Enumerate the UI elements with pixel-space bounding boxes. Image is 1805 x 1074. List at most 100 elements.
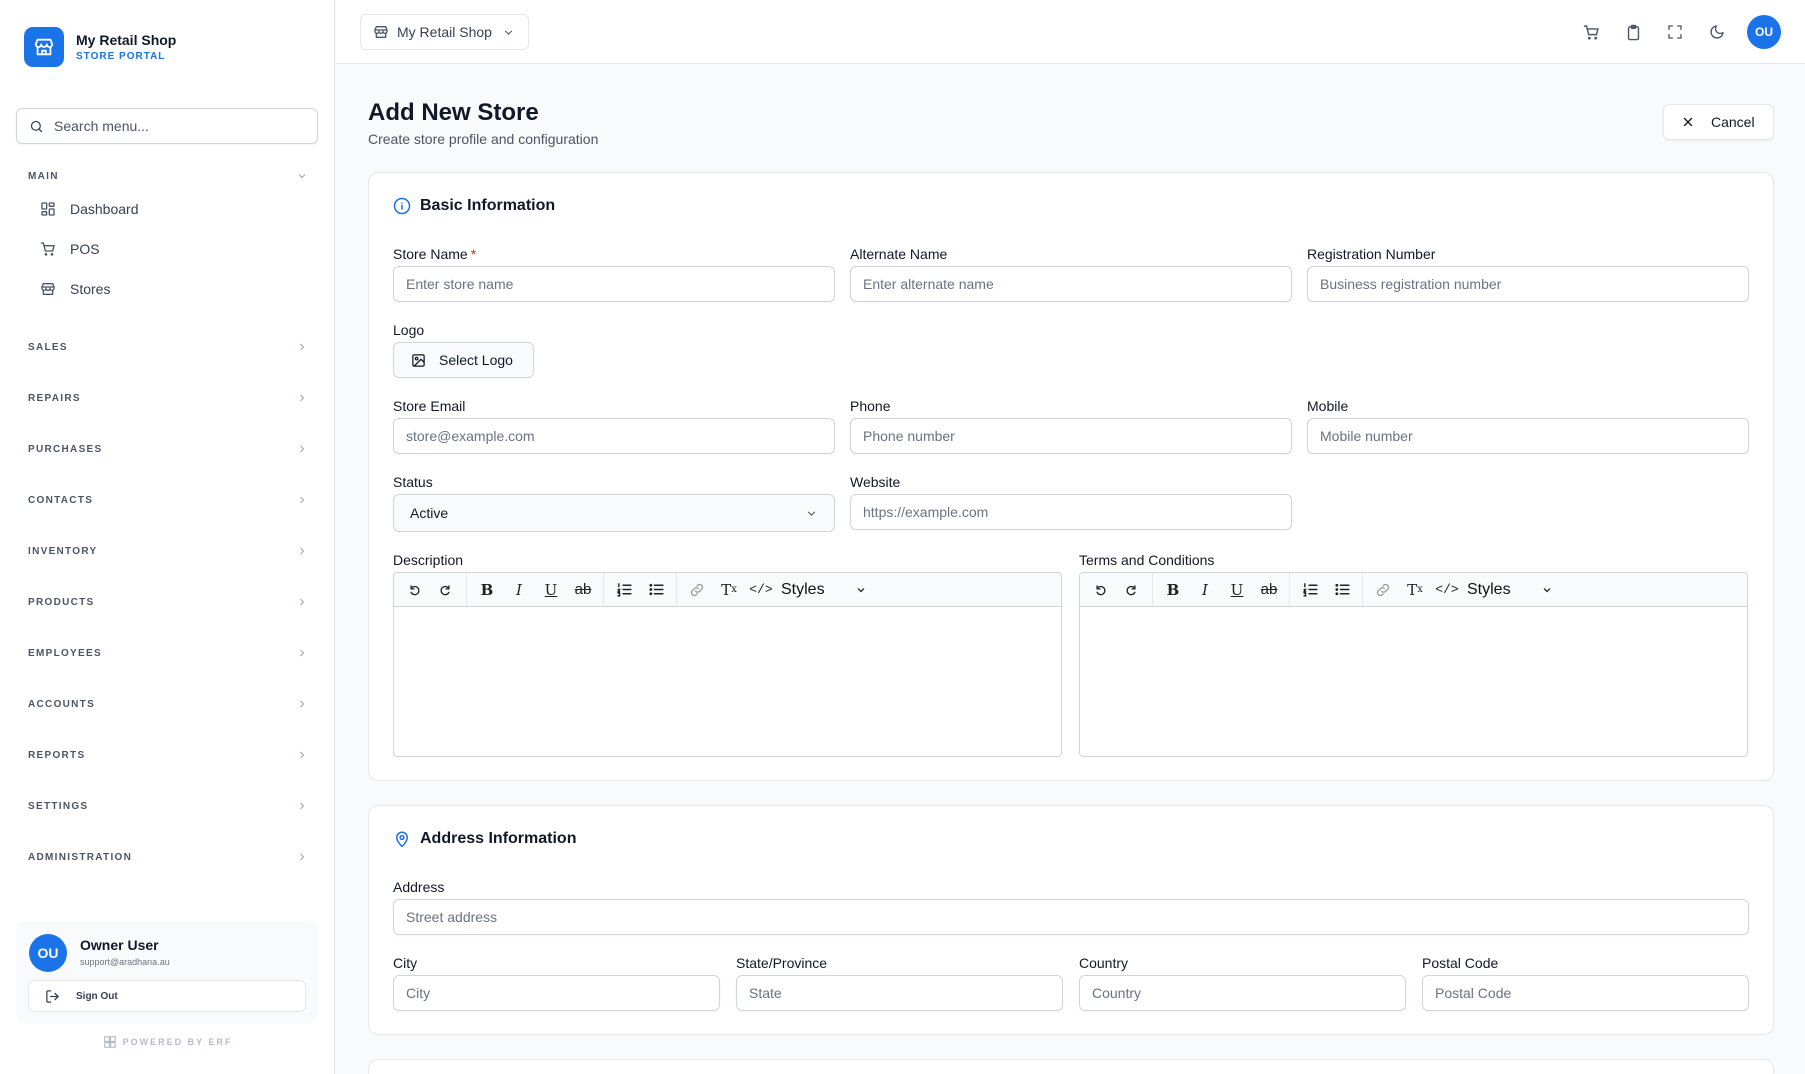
redo-icon	[1125, 583, 1139, 597]
erf-logo-icon	[103, 1036, 116, 1048]
list-group	[1290, 573, 1363, 606]
store-email-input[interactable]	[393, 418, 835, 454]
clear-format-button[interactable]: Tx	[713, 576, 745, 604]
link-button[interactable]	[681, 576, 713, 604]
logo-label: Logo	[393, 322, 425, 338]
nav-section-accounts[interactable]: ACCOUNTS	[28, 698, 308, 710]
cancel-button[interactable]: Cancel	[1663, 104, 1774, 140]
status-select[interactable]: Active	[393, 494, 835, 532]
status-value: Active	[410, 505, 449, 521]
sidebar-item-stores[interactable]: Stores	[40, 281, 110, 297]
store-selector[interactable]: My Retail Shop	[360, 14, 529, 50]
postal-code-input[interactable]	[1422, 975, 1749, 1011]
theme-toggle-button[interactable]	[1699, 14, 1735, 50]
nav-section-sales[interactable]: SALES	[28, 341, 308, 353]
format-group: B I Uab	[1153, 573, 1290, 606]
street-address-input[interactable]	[393, 899, 1749, 935]
mobile-input[interactable]	[1307, 418, 1749, 454]
website-label: Website	[850, 474, 901, 490]
italic-button[interactable]: I	[1189, 576, 1221, 604]
store-name-input[interactable]	[393, 266, 835, 302]
powered-by: POWERED BY ERF	[0, 1035, 335, 1049]
chevron-right-icon	[300, 649, 305, 657]
styles-label: Styles	[1467, 580, 1511, 598]
styles-dropdown[interactable]: Styles	[1463, 581, 1553, 599]
underline-button[interactable]: U	[535, 576, 567, 604]
nav-section-repairs[interactable]: REPAIRS	[28, 392, 308, 404]
store-email-label: Store Email	[393, 398, 466, 414]
insert-group: Tx </> Styles	[1363, 573, 1557, 606]
cart-button[interactable]	[1573, 14, 1609, 50]
code-button[interactable]: </>	[1431, 576, 1463, 604]
description-editor-body[interactable]	[394, 607, 1061, 756]
underline-button[interactable]: U	[1221, 576, 1253, 604]
address-card: Address Information Address City State/P…	[368, 805, 1774, 1035]
nav-section-purchases[interactable]: PURCHASES	[28, 443, 308, 455]
sidebar-item-pos[interactable]: POS	[40, 241, 100, 257]
link-button[interactable]	[1367, 576, 1399, 604]
bullet-list-button[interactable]	[640, 576, 672, 604]
country-input[interactable]	[1079, 975, 1406, 1011]
registration-number-input[interactable]	[1307, 266, 1749, 302]
postal-code-label: Postal Code	[1422, 955, 1499, 971]
clipboard-button[interactable]	[1615, 14, 1651, 50]
editor-toolbar: B I Uab Tx </> Styles	[394, 573, 1061, 607]
phone-input[interactable]	[850, 418, 1292, 454]
chevron-right-icon	[300, 496, 305, 504]
image-icon	[412, 353, 425, 367]
styles-label: Styles	[781, 580, 825, 598]
website-input[interactable]	[850, 494, 1292, 530]
ordered-list-button[interactable]	[608, 576, 640, 604]
nav-section-label: PURCHASES	[28, 443, 103, 455]
nav-section-settings[interactable]: SETTINGS	[28, 800, 308, 812]
sign-out-label: Sign Out	[76, 990, 118, 1002]
ordered-list-button[interactable]	[1294, 576, 1326, 604]
registration-number-label: Registration Number	[1307, 246, 1436, 262]
alternate-name-input[interactable]	[850, 266, 1292, 302]
sign-out-button[interactable]: Sign Out	[28, 980, 306, 1012]
fullscreen-icon	[1668, 25, 1682, 39]
bold-button[interactable]: B	[471, 576, 503, 604]
redo-button[interactable]	[1116, 576, 1148, 604]
brand[interactable]: My Retail Shop STORE PORTAL	[24, 27, 176, 67]
bullet-list-button[interactable]	[1326, 576, 1358, 604]
nav-section-administration[interactable]: ADMINISTRATION	[28, 851, 308, 863]
user-name: Owner User	[80, 937, 159, 953]
city-input[interactable]	[393, 975, 720, 1011]
chevron-right-icon	[300, 394, 305, 402]
address-label: Address	[393, 879, 445, 895]
code-button[interactable]: </>	[745, 576, 777, 604]
nav-section-products[interactable]: PRODUCTS	[28, 596, 308, 608]
nav-section-main[interactable]: MAIN	[28, 170, 308, 182]
bullet-list-icon	[1334, 581, 1351, 598]
clear-format-button[interactable]: Tx	[1399, 576, 1431, 604]
avatar[interactable]: OU	[29, 934, 67, 972]
nav-section-inventory[interactable]: INVENTORY	[28, 545, 308, 557]
nav-section-employees[interactable]: EMPLOYEES	[28, 647, 308, 659]
fullscreen-button[interactable]	[1657, 14, 1693, 50]
chevron-right-icon	[300, 598, 305, 606]
bold-button[interactable]: B	[1157, 576, 1189, 604]
select-logo-label: Select Logo	[439, 352, 513, 368]
user-avatar[interactable]: OU	[1747, 15, 1781, 49]
select-logo-button[interactable]: Select Logo	[393, 342, 534, 378]
menu-search[interactable]	[16, 108, 318, 144]
styles-dropdown[interactable]: Styles	[777, 581, 867, 599]
undo-button[interactable]	[398, 576, 430, 604]
cancel-label: Cancel	[1711, 114, 1755, 130]
redo-button[interactable]	[430, 576, 462, 604]
strikethrough-button[interactable]: ab	[1253, 576, 1285, 604]
bullet-list-icon	[648, 581, 665, 598]
sidebar-item-dashboard[interactable]: Dashboard	[40, 201, 139, 217]
terms-editor-body[interactable]	[1080, 607, 1747, 756]
undo-button[interactable]	[1084, 576, 1116, 604]
italic-button[interactable]: I	[503, 576, 535, 604]
search-input[interactable]	[54, 118, 294, 134]
nav-section-reports[interactable]: REPORTS	[28, 749, 308, 761]
chevron-right-icon	[300, 343, 305, 351]
strikethrough-button[interactable]: ab	[567, 576, 599, 604]
state-input[interactable]	[736, 975, 1063, 1011]
nav-section-label: EMPLOYEES	[28, 647, 102, 659]
basic-info-title: Basic Information	[393, 197, 555, 215]
nav-section-contacts[interactable]: CONTACTS	[28, 494, 308, 506]
